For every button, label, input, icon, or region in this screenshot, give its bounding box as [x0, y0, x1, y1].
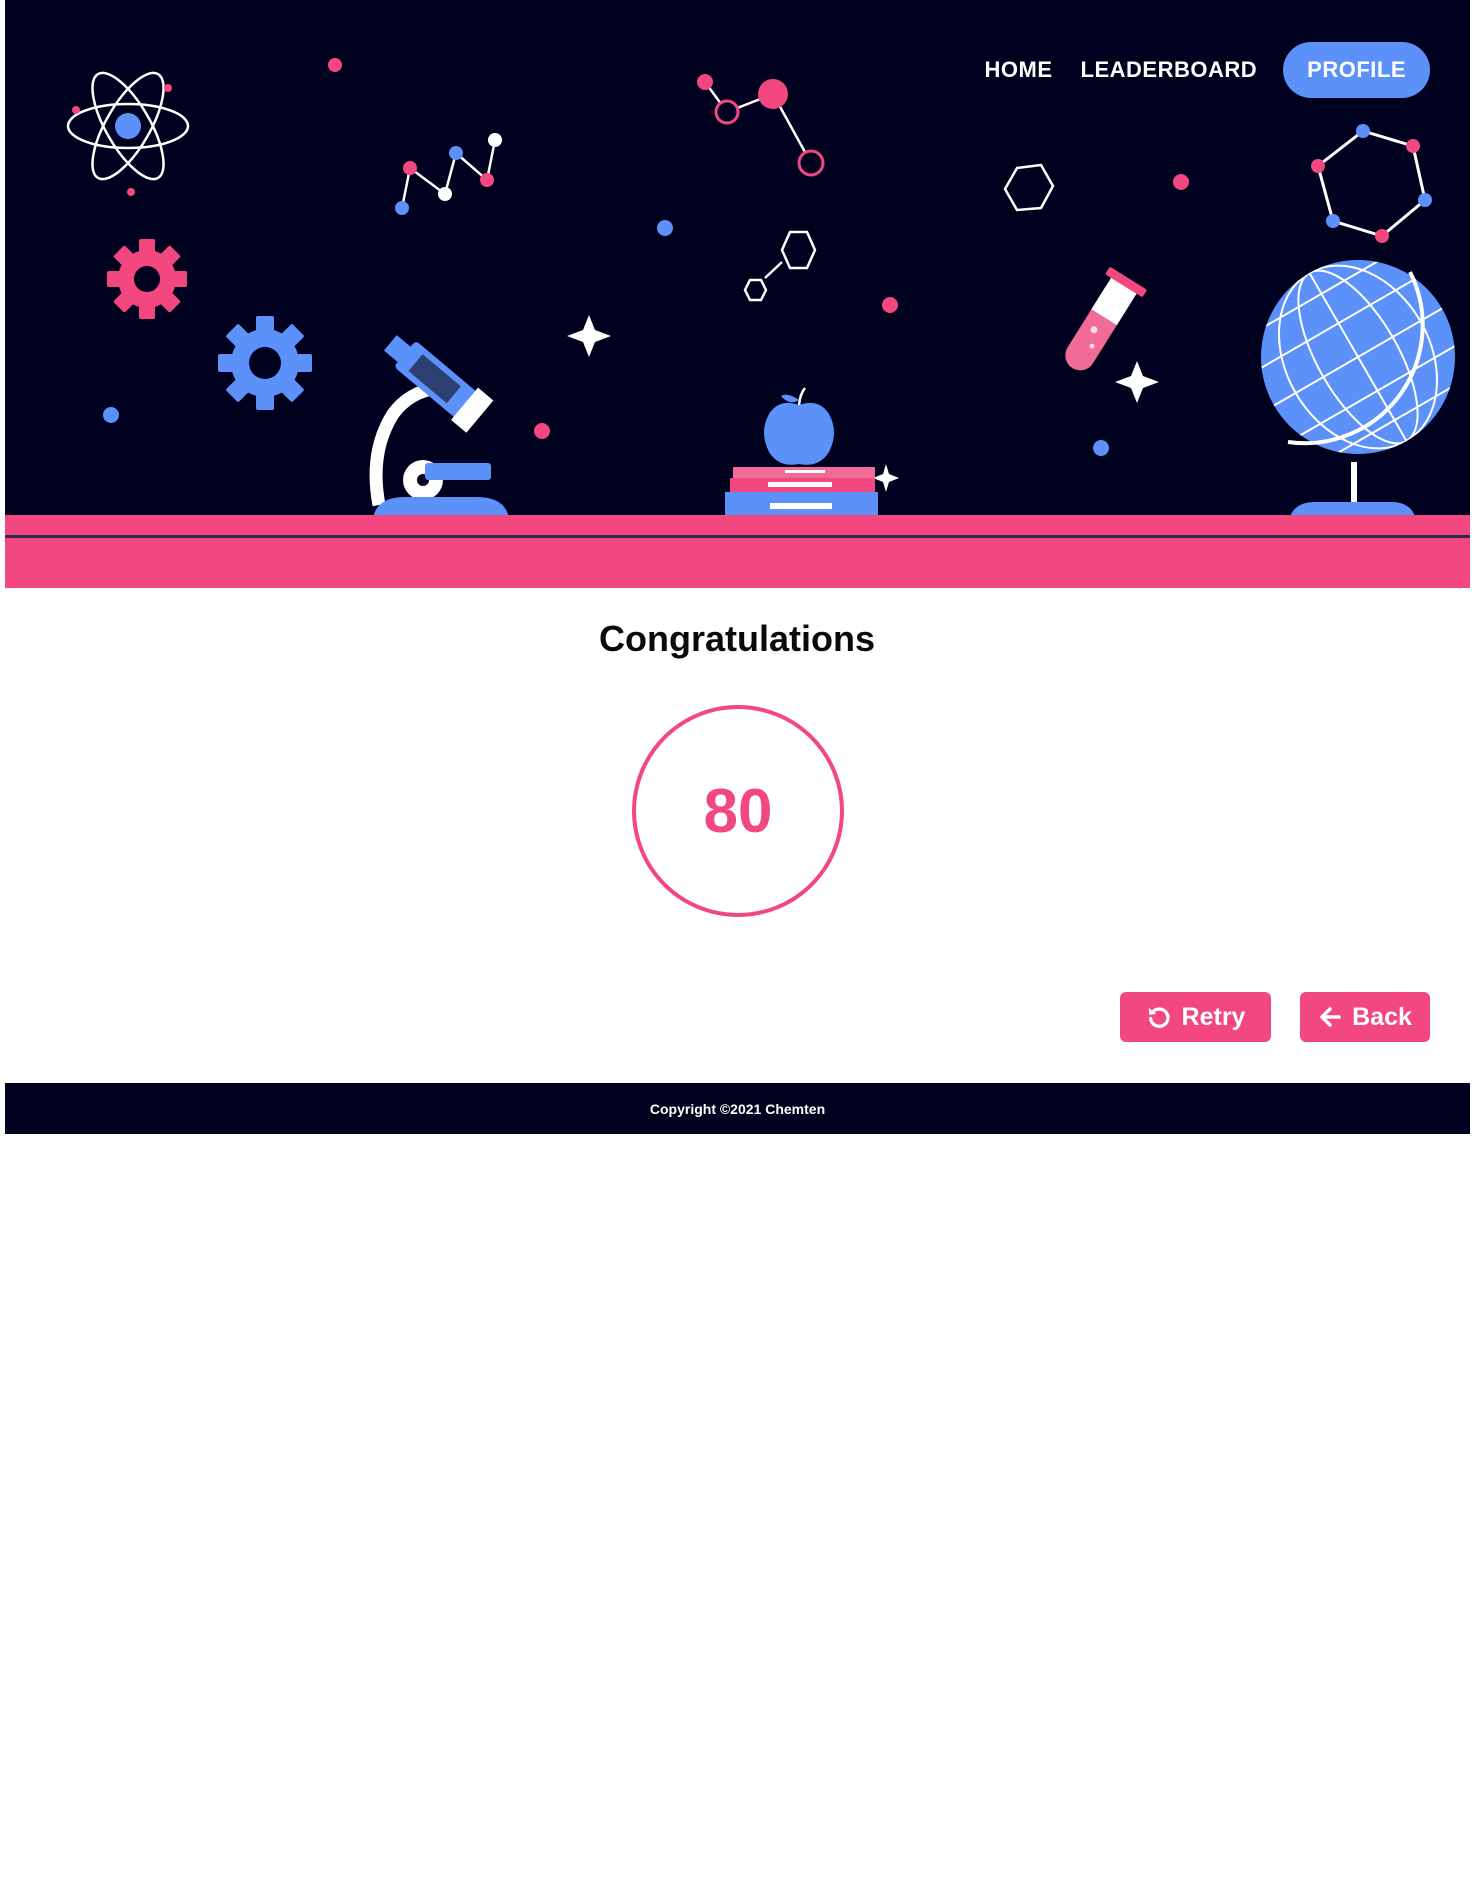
score-circle: 80	[632, 705, 844, 917]
rotate-left-icon	[1148, 1007, 1170, 1028]
microscope-icon	[369, 335, 509, 518]
line-graph-icon	[395, 133, 502, 215]
apple-on-books-icon	[725, 387, 878, 522]
hexagon-molecule-icon	[743, 230, 817, 302]
gear-icon	[107, 239, 187, 319]
nav-home-link[interactable]: HOME	[985, 57, 1053, 83]
hexagon-ring-icon	[1311, 124, 1432, 243]
atom-icon	[66, 71, 190, 196]
gear-icon	[218, 316, 312, 410]
retry-label: Retry	[1181, 1002, 1246, 1031]
retry-button[interactable]: Retry	[1120, 992, 1271, 1042]
shelf	[5, 515, 1470, 588]
globe-icon	[1236, 244, 1470, 526]
result-title: Congratulations	[599, 618, 875, 659]
main-nav: HOME LEADERBOARD PROFILE	[957, 42, 1430, 98]
copyright-text: Copyright ©2021 Chemten	[649, 1100, 826, 1117]
nav-leaderboard-link[interactable]: LEADERBOARD	[1081, 57, 1258, 83]
test-tube-icon	[1065, 267, 1147, 371]
nav-profile-button[interactable]: PROFILE	[1283, 42, 1430, 98]
arrow-left-icon	[1320, 1007, 1341, 1027]
footer: Copyright ©2021 Chemten	[5, 1083, 1470, 1134]
hexagon-icon	[1003, 163, 1055, 212]
hero-banner: HOME LEADERBOARD PROFILE	[5, 0, 1470, 588]
molecule-icon	[697, 74, 825, 177]
score-value: 80	[703, 776, 773, 846]
sparkle-icon	[567, 315, 1159, 492]
back-button[interactable]: Back	[1300, 992, 1430, 1042]
back-label: Back	[1352, 1002, 1412, 1031]
